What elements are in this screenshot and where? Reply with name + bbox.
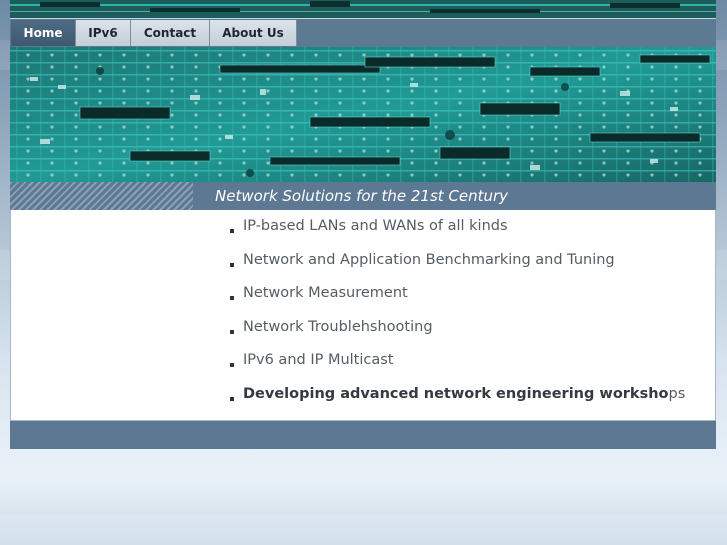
service-label: IP-based LANs and WANs of all kinds [243,218,508,234]
list-item: Developing advanced network engineering … [229,378,685,412]
bullet-icon [230,396,234,401]
service-label-rest: ps [668,385,686,402]
service-label: Network Troublehshooting [243,318,433,335]
nav-about-us[interactable]: About Us [210,20,297,46]
bg-band [0,515,727,545]
tagline-bar: Network Solutions for the 21st Century [10,182,716,210]
nav-home[interactable]: Home [11,20,76,46]
bullet-icon [230,262,234,267]
bullet-icon [230,329,234,334]
nav-contact[interactable]: Contact [131,20,210,46]
service-label: Network Measurement [243,285,408,302]
content-panel: IP-based LANs and WANs of all kinds Netw… [10,210,716,421]
nav-ipv6[interactable]: IPv6 [76,20,131,46]
hero-image [10,47,716,182]
list-item: Network and Application Benchmarking and… [229,244,685,278]
list-item: Network Troublehshooting [229,311,685,345]
service-label: IPv6 and IP Multicast [243,352,394,369]
list-item: Network Measurement [229,277,685,311]
services-list: IP-based LANs and WANs of all kinds Netw… [229,210,685,412]
circuit-board-image [10,47,716,182]
header-image-strip [10,0,716,18]
footer-bar [10,421,716,449]
site-container: Home IPv6 Contact About Us Network Solut… [10,0,716,449]
tagline-hatch-pattern [10,182,193,210]
tagline: Network Solutions for the 21st Century [215,187,509,205]
bullet-icon [230,296,234,301]
list-item: IPv6 and IP Multicast [229,344,685,378]
service-label-bold: Developing advanced network engineering … [243,385,669,402]
bullet-icon [230,229,234,233]
circuit-strip-graphic [10,0,716,18]
main-nav: Home IPv6 Contact About Us [10,18,716,47]
service-label: Network and Application Benchmarking and… [243,251,615,268]
list-item: IP-based LANs and WANs of all kinds [229,210,685,244]
bullet-icon [230,363,234,368]
